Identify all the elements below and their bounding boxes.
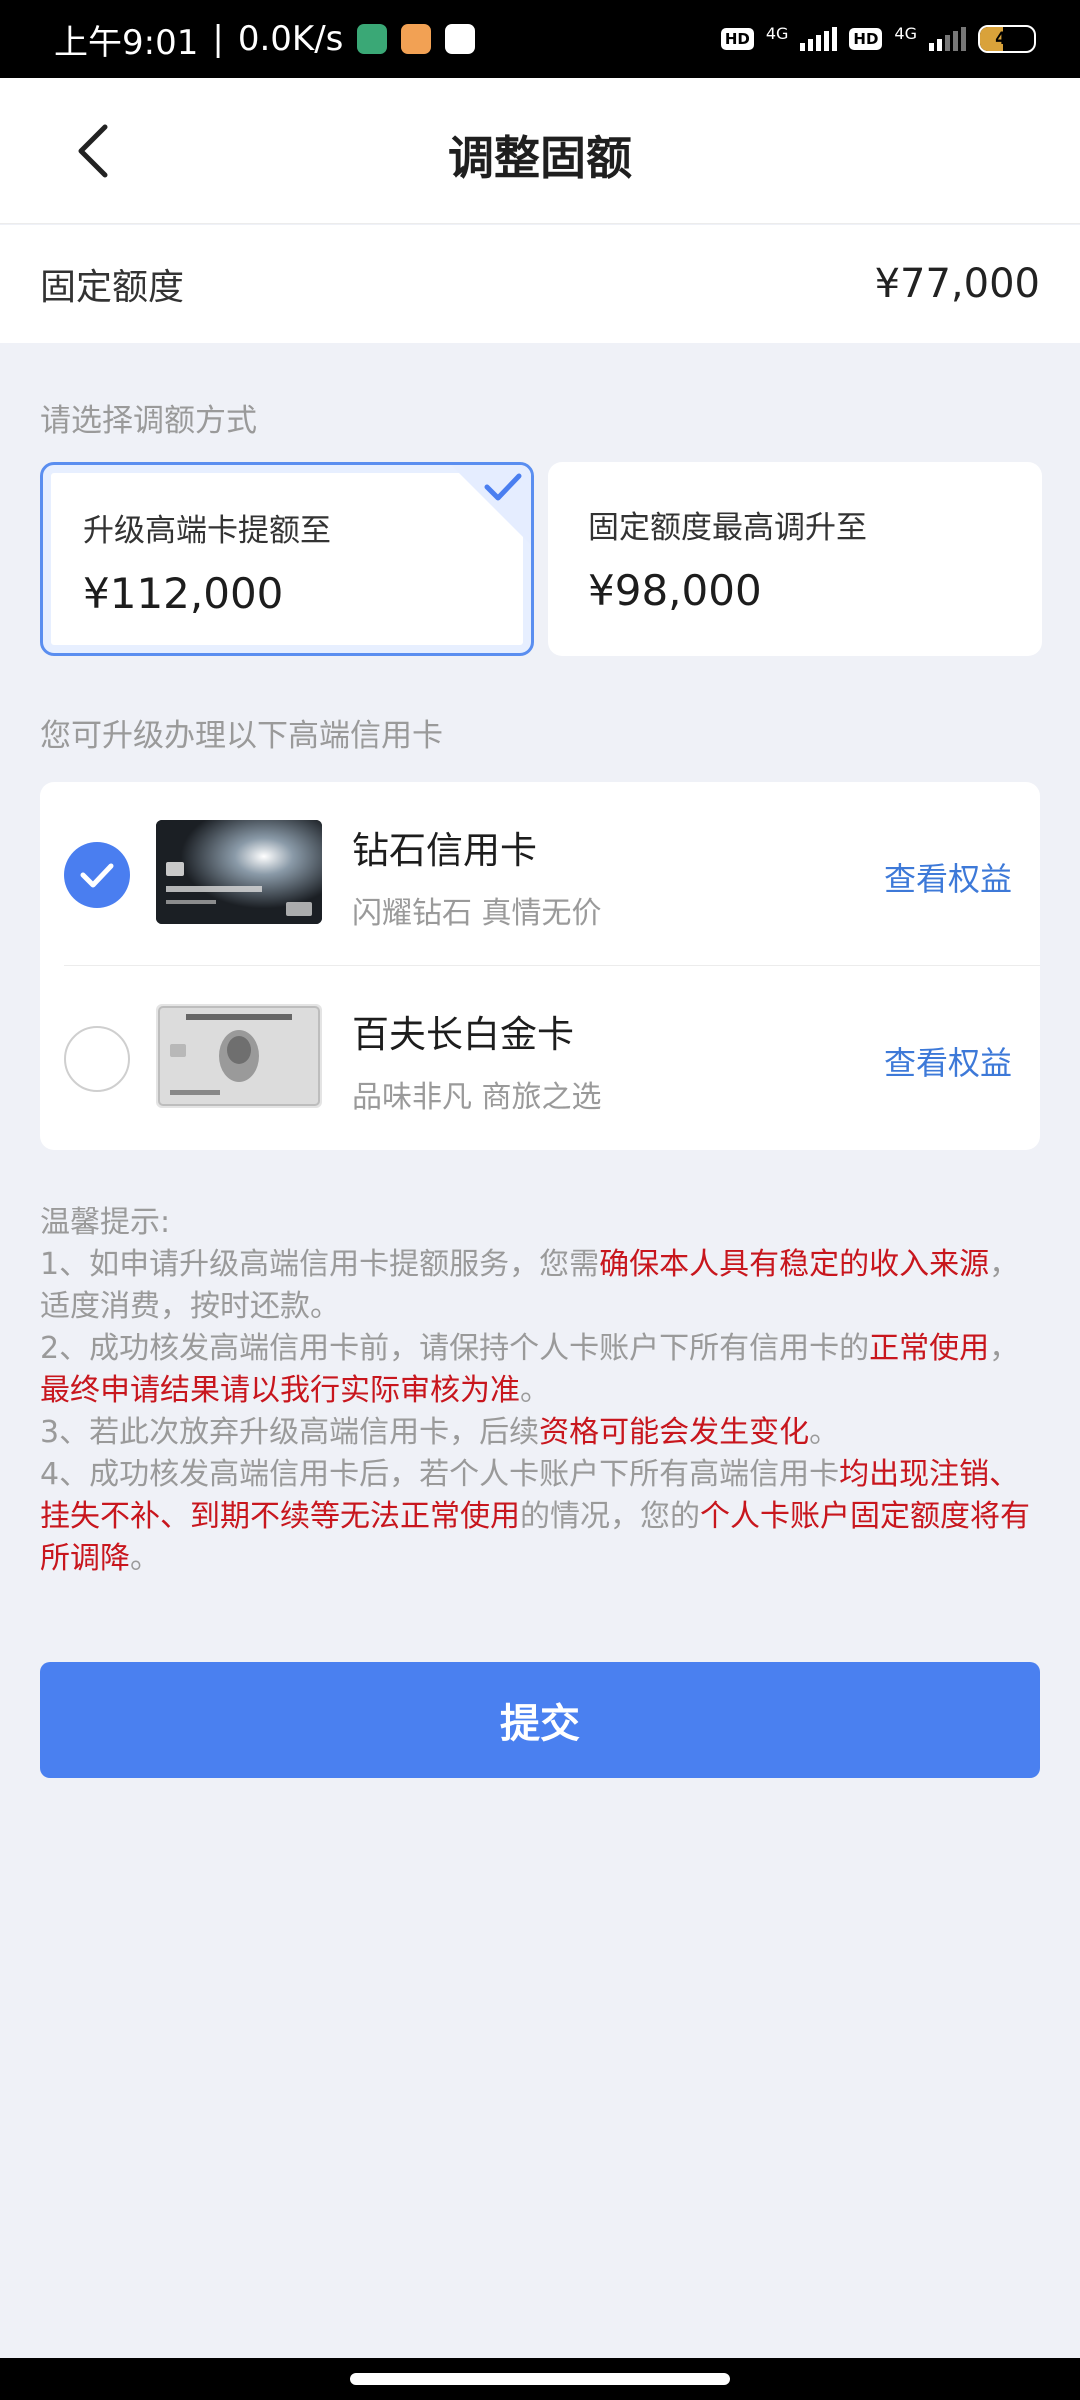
tip-text: 的情况，您的	[520, 1499, 700, 1534]
hd-badge-2: HD	[849, 28, 883, 50]
tip-text: 4、成功核发高端信用卡后，若个人卡账户下所有高端信用卡	[40, 1457, 840, 1492]
submit-button[interactable]: 提交	[40, 1662, 1040, 1778]
option-title: 固定额度最高调升至	[588, 510, 867, 546]
page-title: 调整固额	[448, 131, 632, 185]
tip-highlight: 资格可能会发生变化	[539, 1415, 810, 1450]
option-title: 升级高端卡提额至	[83, 513, 331, 549]
fixed-limit-row: 固定额度 ¥77,000	[0, 225, 1080, 343]
radio-unselected[interactable]	[64, 1026, 130, 1092]
tip-highlight: 确保本人具有稳定的收入来源	[599, 1247, 990, 1282]
tip-1: 1、如申请升级高端信用卡提额服务，您需确保本人具有稳定的收入来源，适度消费，按时…	[40, 1244, 1044, 1328]
adjust-method-label: 请选择调额方式	[40, 403, 257, 439]
card-name: 百夫长白金卡	[352, 1013, 574, 1056]
signal-icon-2	[929, 27, 966, 51]
status-left: 上午9:01 | 0.0K/s	[54, 15, 476, 64]
tip-2: 2、成功核发高端信用卡前，请保持个人卡账户下所有信用卡的正常使用， 最终申请结果请…	[40, 1328, 1044, 1412]
tip-4: 4、成功核发高端信用卡后，若个人卡账户下所有高端信用卡均出现注销、挂失不补、到期…	[40, 1454, 1044, 1580]
card-list: 钻石信用卡 闪耀钻石 真情无价 查看权益 百夫长白金卡 品味非凡 商旅之选 查看…	[40, 782, 1040, 1150]
cards-section-label: 您可升级办理以下高端信用卡	[40, 718, 443, 754]
tip-text: 2、成功核发高端信用卡前，请保持个人卡账户下所有信用卡的	[40, 1331, 870, 1366]
list-item-diamond-card[interactable]: 钻石信用卡 闪耀钻石 真情无价 查看权益	[40, 782, 1040, 966]
status-right: HD 4G HD 4G 43	[720, 23, 1036, 55]
option-value: ¥112,000	[83, 569, 284, 618]
option-fixed-raise[interactable]: 固定额度最高调升至 ¥98,000	[548, 462, 1042, 656]
tips-block: 温馨提示: 1、如申请升级高端信用卡提额服务，您需确保本人具有稳定的收入来源，适…	[40, 1202, 1044, 1580]
check-icon	[484, 473, 522, 501]
network-type: 4G	[765, 23, 789, 43]
notification-qq-icon	[445, 24, 476, 54]
card-desc: 闪耀钻石 真情无价	[352, 896, 602, 931]
tip-highlight: 最终申请结果请以我行实际审核为准	[40, 1373, 520, 1408]
tip-text: 。	[809, 1415, 840, 1450]
tip-3: 3、若此次放弃升级高端信用卡，后续资格可能会发生变化。	[40, 1412, 1044, 1454]
card-name: 钻石信用卡	[352, 829, 537, 872]
option-upgrade-card[interactable]: 升级高端卡提额至 ¥112,000	[40, 462, 534, 656]
battery-level: 43	[995, 29, 1019, 49]
status-time: 上午9:01	[54, 22, 199, 63]
status-speed: 0.0K/s	[237, 19, 344, 59]
option-value: ¥98,000	[588, 566, 762, 615]
signal-icon	[800, 27, 838, 51]
view-benefits-link[interactable]: 查看权益	[884, 1038, 1012, 1084]
check-icon	[80, 863, 114, 888]
card-desc: 品味非凡 商旅之选	[352, 1080, 602, 1115]
status-separator: |	[212, 19, 224, 59]
nav-bar: 调整固额	[0, 78, 1080, 224]
battery-icon: 43	[978, 25, 1036, 53]
view-benefits-link[interactable]: 查看权益	[884, 854, 1012, 900]
tips-heading: 温馨提示:	[40, 1205, 171, 1240]
centurion-card-image	[156, 1004, 322, 1108]
tip-text: 3、若此次放弃升级高端信用卡，后续	[40, 1415, 540, 1450]
notification-app-icon	[357, 24, 388, 54]
tip-text: 。	[130, 1541, 160, 1576]
tip-highlight: 正常使用	[869, 1331, 990, 1366]
fixed-limit-label: 固定额度	[40, 267, 185, 308]
network-type-2: 4G	[894, 23, 917, 43]
diamond-card-image	[156, 820, 322, 924]
tip-text: 1、如申请升级高端信用卡提额服务，您需	[40, 1247, 600, 1282]
home-indicator[interactable]	[350, 2373, 730, 2385]
fixed-limit-value: ¥77,000	[874, 261, 1040, 307]
notification-chat-icon	[401, 24, 432, 54]
radio-selected[interactable]	[64, 842, 130, 908]
tip-text: 。	[520, 1373, 550, 1408]
status-bar: 上午9:01 | 0.0K/s HD 4G HD 4G 43	[0, 0, 1080, 78]
tip-text: ，	[989, 1331, 1020, 1366]
hd-badge: HD	[720, 28, 754, 50]
list-item-centurion-card[interactable]: 百夫长白金卡 品味非凡 商旅之选 查看权益	[40, 966, 1040, 1150]
